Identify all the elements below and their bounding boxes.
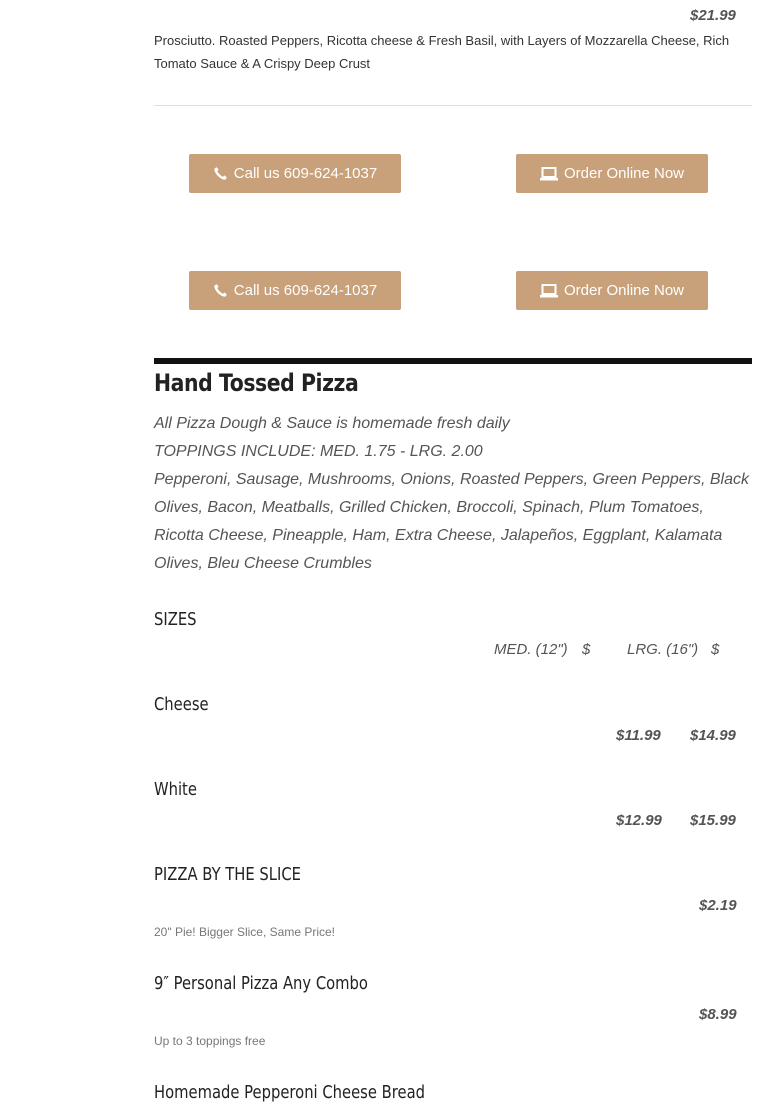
phone-icon <box>214 167 227 180</box>
menu-item-name: Homemade Pepperoni Cheese Bread <box>154 1082 426 1103</box>
price-med: $12.99 <box>616 812 662 829</box>
call-button[interactable]: Call us 609-624-1037 <box>189 271 401 310</box>
order-online-button[interactable]: Order Online Now <box>516 154 708 193</box>
order-online-button[interactable]: Order Online Now <box>516 271 708 310</box>
size-lrg-currency: $ <box>711 641 720 658</box>
menu-item-price: $8.99 <box>699 1006 737 1023</box>
laptop-icon <box>539 166 558 180</box>
section-intro-line2: TOPPINGS INCLUDE: MED. 1.75 - LRG. 2.00 <box>154 443 483 460</box>
price-lrg: $15.99 <box>690 812 736 829</box>
sizes-heading: SIZES <box>154 609 197 630</box>
section-intro-line1: All Pizza Dough & Sauce is homemade fres… <box>154 415 510 432</box>
menu-item-note: 20" Pie! Bigger Slice, Same Price! <box>154 925 336 939</box>
menu-item-note: Up to 3 toppings free <box>154 1034 266 1048</box>
size-lrg-label: LRG. (16") <box>627 641 699 658</box>
divider <box>154 105 752 106</box>
size-med-label: MED. (12") <box>494 641 568 658</box>
call-button-label: Call us 609-624-1037 <box>233 165 378 182</box>
call-button[interactable]: Call us 609-624-1037 <box>189 154 401 193</box>
menu-item-name: PIZZA BY THE SLICE <box>154 864 302 885</box>
price-med: $11.99 <box>616 727 661 744</box>
size-med-currency: $ <box>582 641 591 658</box>
menu-item-price: $2.19 <box>699 897 737 914</box>
top-item-description: Prosciutto. Roasted Peppers, Ricotta che… <box>154 33 730 71</box>
menu-item-name: 9″ Personal Pizza Any Combo <box>154 973 368 994</box>
top-item-price: $21.99 <box>690 7 736 24</box>
order-button-label: Order Online Now <box>563 282 685 299</box>
section-title: Hand Tossed Pizza <box>154 369 359 397</box>
price-lrg: $14.99 <box>690 727 736 744</box>
order-button-label: Order Online Now <box>563 165 685 182</box>
menu-item-name: Cheese <box>154 694 209 715</box>
toppings-list: Pepperoni, Sausage, Mushrooms, Onions, R… <box>154 471 749 572</box>
menu-item-name: White <box>154 779 197 800</box>
section-rule <box>154 358 752 364</box>
laptop-icon <box>539 283 558 297</box>
phone-icon <box>214 284 227 297</box>
call-button-label: Call us 609-624-1037 <box>233 282 378 299</box>
